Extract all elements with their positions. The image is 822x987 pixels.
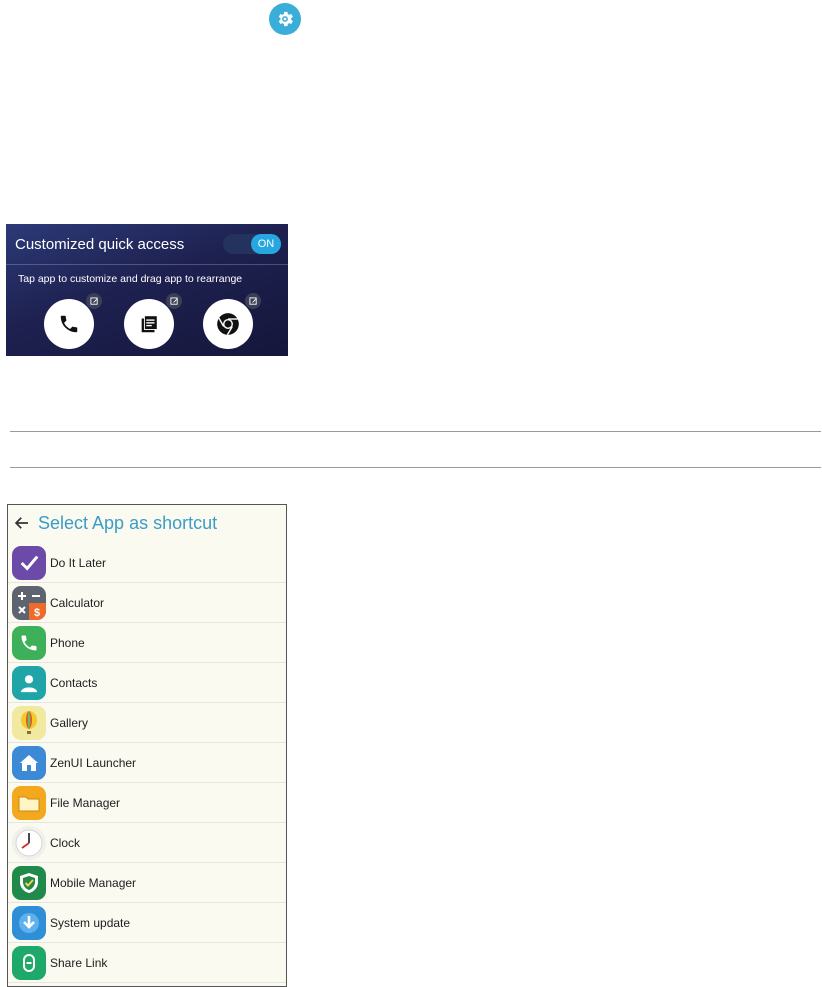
settings-gear-icon[interactable]	[269, 3, 301, 35]
edit-icon[interactable]	[245, 293, 261, 309]
quick-access-title: Customized quick access	[15, 236, 185, 253]
list-item-label: Gallery	[50, 715, 89, 730]
quick-access-app-notes[interactable]	[124, 293, 182, 349]
panel-title: Select App as shortcut	[38, 512, 218, 533]
download-icon	[12, 905, 46, 940]
horizontal-rule-top	[10, 431, 821, 432]
list-item-clock[interactable]: Clock	[8, 823, 286, 863]
list-item-label: Mobile Manager	[50, 875, 137, 890]
list-item-label: Phone	[50, 635, 85, 650]
quick-access-toggle[interactable]: ON	[223, 234, 281, 254]
phone-icon	[60, 315, 78, 333]
list-item-label: Calculator	[50, 595, 105, 610]
gear-icon	[278, 11, 293, 27]
quick-access-app-chrome[interactable]	[203, 293, 261, 349]
select-app-panel: Select App as shortcut Do It Later $ Cal…	[7, 504, 287, 987]
list-item-label: ZenUI Launcher	[50, 755, 137, 770]
balloon-icon	[12, 705, 46, 740]
list-item-do-it-later[interactable]: Do It Later	[8, 543, 286, 583]
list-item-label: File Manager	[50, 795, 121, 810]
app-list: Do It Later $ Calculator Phone Contacts …	[8, 543, 286, 983]
phone-icon	[12, 625, 46, 660]
divider	[6, 264, 288, 265]
list-item-share-link[interactable]: Share Link	[8, 943, 286, 983]
list-item-gallery[interactable]: Gallery	[8, 703, 286, 743]
clock-icon	[12, 825, 46, 860]
list-item-contacts[interactable]: Contacts	[8, 663, 286, 703]
edit-icon[interactable]	[166, 293, 182, 309]
quick-access-instructions: Tap app to customize and drag app to rea…	[18, 273, 243, 285]
folder-icon	[12, 785, 46, 820]
check-icon	[12, 545, 46, 580]
shield-icon	[12, 865, 46, 900]
back-arrow-icon[interactable]	[12, 513, 32, 533]
calculator-icon: $	[12, 585, 46, 620]
list-item-label: Share Link	[50, 955, 108, 970]
list-item-label: Clock	[50, 835, 81, 850]
list-item-label: System update	[50, 915, 131, 930]
quick-access-panel: Customized quick access ON Tap app to cu…	[6, 224, 288, 356]
svg-text:$: $	[34, 607, 40, 619]
share-link-icon	[12, 945, 46, 980]
list-item-label: Contacts	[50, 675, 98, 690]
list-item-label: Do It Later	[50, 555, 107, 570]
edit-icon[interactable]	[86, 293, 102, 309]
list-item-zenui-launcher[interactable]: ZenUI Launcher	[8, 743, 286, 783]
panel-header: Select App as shortcut	[8, 505, 286, 541]
notes-icon	[141, 315, 158, 333]
list-item-system-update[interactable]: System update	[8, 903, 286, 943]
chrome-icon	[217, 313, 239, 336]
list-item-calculator[interactable]: $ Calculator	[8, 583, 286, 623]
toggle-on-label: ON	[251, 234, 281, 254]
person-icon	[12, 665, 46, 700]
list-item-phone[interactable]: Phone	[8, 623, 286, 663]
horizontal-rule-bottom	[10, 467, 821, 468]
list-item-mobile-manager[interactable]: Mobile Manager	[8, 863, 286, 903]
quick-access-app-phone[interactable]	[44, 293, 102, 349]
list-item-file-manager[interactable]: File Manager	[8, 783, 286, 823]
home-icon	[12, 745, 46, 780]
